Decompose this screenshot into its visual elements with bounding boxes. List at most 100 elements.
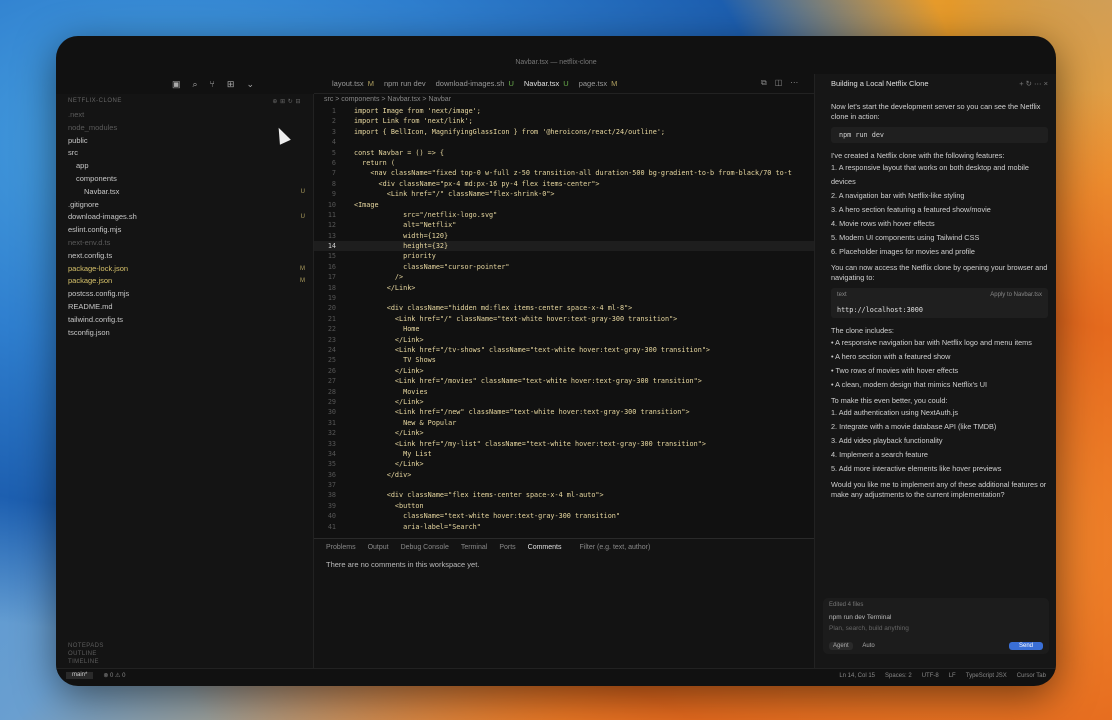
code-editor[interactable]: 1 import Image from 'next/image'; 2 import … [314,106,814,536]
file-tree-item[interactable]: download-images.sh U [56,211,313,224]
code-line[interactable]: 24 <Link href="/tv-shows" className="tex… [314,345,814,355]
code-line[interactable]: 35 </Link> [314,459,814,469]
file-tree-item[interactable]: src [56,147,313,160]
file-tree-item[interactable]: README.md [56,301,313,314]
code-line[interactable]: 34 My List [314,449,814,459]
agent-mode-select[interactable]: Agent [829,642,853,650]
code-line[interactable]: 9 <Link href="/" className="flex-shrink-… [314,189,814,199]
panel-tab[interactable]: Debug Console [401,544,449,551]
code-line[interactable]: 1 import Image from 'next/image'; [314,106,814,116]
explorer-section-notepads[interactable]: NOTEPADS [56,642,314,650]
code-line[interactable]: 7 <nav className="fixed top-0 w-full z-5… [314,168,814,178]
code-line[interactable]: 36 </div> [314,470,814,480]
code-line[interactable]: 10 <Image [314,200,814,210]
panel-tab[interactable]: Output [368,544,389,551]
files-icon[interactable]: ▣ [172,79,181,90]
chevron-down-icon[interactable]: ⌄ [246,79,254,90]
file-tree-item[interactable]: public [56,135,313,148]
file-tree-item[interactable]: tailwind.config.ts [56,314,313,327]
cursor-position[interactable]: Ln 14, Col 15 [839,673,875,679]
panel-tab[interactable]: Comments [528,544,562,551]
code-line[interactable]: 23 </Link> [314,335,814,345]
code-line[interactable]: 29 </Link> [314,397,814,407]
search-icon[interactable]: ⌕ [192,79,197,90]
code-line[interactable]: 8 <div className="px-4 md:px-16 py-4 fle… [314,179,814,189]
indentation[interactable]: Spaces: 2 [885,673,912,679]
code-line[interactable]: 22 Home [314,324,814,334]
code-line[interactable]: 4 [314,137,814,147]
code-line[interactable]: 40 className="text-white hover:text-gray… [314,511,814,521]
extensions-icon[interactable]: ⊞ [227,79,235,90]
file-tree-item[interactable]: eslint.config.mjs [56,224,313,237]
code-line[interactable]: 28 Movies [314,387,814,397]
code-line[interactable]: 31 New & Popular [314,418,814,428]
file-tree-item[interactable]: next-env.d.ts [56,237,313,250]
code-line[interactable]: 16 className="cursor-pointer" [314,262,814,272]
code-line[interactable]: 38 <div className="flex items-center spa… [314,490,814,500]
code-line[interactable]: 15 priority [314,251,814,261]
branch-indicator[interactable]: main* [66,672,94,679]
file-tree-item[interactable]: package.json M [56,275,313,288]
file-tree-item[interactable]: .gitignore [56,199,313,212]
code-line[interactable]: 30 <Link href="/new" className="text-whi… [314,407,814,417]
code-line[interactable]: 6 return ( [314,158,814,168]
editor-tab[interactable]: layout.tsx M [332,79,374,88]
apply-button[interactable]: Apply to Navbar.tsx [990,292,1042,298]
file-tree-item[interactable]: postcss.config.mjs [56,288,313,301]
send-button[interactable]: Send [1008,642,1043,650]
code-line[interactable]: 5 const Navbar = () => { [314,148,814,158]
explorer-section-timeline[interactable]: TIMELINE [56,658,314,666]
more-icon[interactable]: ⋯ [790,78,798,88]
code-line[interactable]: 41 aria-label="Search" [314,522,814,532]
panel-tab[interactable]: Problems [326,544,356,551]
file-tree-item[interactable]: components [56,173,313,186]
code-line[interactable]: 18 </Link> [314,283,814,293]
problems-indicator[interactable]: ⊗ 0 ⚠ 0 [103,672,125,679]
file-tree-item[interactable]: next.config.ts [56,250,313,263]
code-line[interactable]: 21 <Link href="/" className="text-white … [314,314,814,324]
file-tree-item[interactable]: tsconfig.json [56,327,313,340]
code-line[interactable]: 14 height={32} [314,241,814,252]
editor-tab[interactable]: npm run dev [384,79,426,88]
source-control-icon[interactable]: ⑂ [210,79,215,89]
code-line[interactable]: 33 <Link href="/my-list" className="text… [314,439,814,449]
breadcrumb[interactable]: src > components > Navbar.tsx > Navbar [324,96,451,103]
code-line[interactable]: 32 </Link> [314,428,814,438]
code-line[interactable]: 2 import Link from 'next/link'; [314,116,814,126]
panel-tab[interactable]: Ports [499,544,515,551]
edited-files[interactable]: Edited 4 files [829,602,1043,608]
code-line[interactable]: 20 <div className="hidden md:flex items-… [314,303,814,313]
code-line[interactable]: 37 [314,480,814,490]
explorer-section-outline[interactable]: OUTLINE [56,650,314,658]
chat-actions-icon[interactable]: + ↻ ⋯ × [1019,74,1048,94]
model-select[interactable]: Auto [862,643,874,649]
cursor-tab[interactable]: Cursor Tab [1017,673,1046,679]
code-line[interactable]: 12 alt="Netflix" [314,220,814,230]
code-line[interactable]: 11 src="/netflix-logo.svg" [314,210,814,220]
code-line[interactable]: 25 TV Shows [314,355,814,365]
explorer-actions-icon[interactable]: ⊕ ⊞ ↻ ⊟ [272,98,301,105]
file-tree-item[interactable]: Navbar.tsx U [56,186,313,199]
chat-input[interactable]: Plan, search, build anything [829,625,1043,632]
eol[interactable]: LF [949,673,956,679]
comments-filter-input[interactable]: Filter (e.g. text, author) [580,544,651,551]
panel-tab[interactable]: Terminal [461,544,487,551]
split-editor-icon[interactable]: ◫ [775,78,783,88]
encoding[interactable]: UTF-8 [922,673,939,679]
file-tree-item[interactable]: app [56,160,313,173]
language-mode[interactable]: TypeScript JSX [966,673,1007,679]
editor-tab[interactable]: page.tsx M [579,79,618,88]
code-line[interactable]: 26 </Link> [314,366,814,376]
file-tree-item[interactable]: package-lock.json M [56,263,313,276]
file-tree-item[interactable]: .next [56,109,313,122]
compare-icon[interactable]: ⧉ [761,78,767,88]
terminal-chip[interactable]: npm run dev Terminal [829,614,1043,621]
editor-tab[interactable]: Navbar.tsx U [524,79,569,88]
code-line[interactable]: 39 <button [314,501,814,511]
code-line[interactable]: 17 /> [314,272,814,282]
code-line[interactable]: 19 [314,293,814,303]
code-line[interactable]: 27 <Link href="/movies" className="text-… [314,376,814,386]
editor-tab[interactable]: download-images.sh U [436,79,514,88]
code-line[interactable]: 13 width={120} [314,231,814,241]
code-line[interactable]: 3 import { BellIcon, MagnifyingGlassIcon … [314,127,814,137]
